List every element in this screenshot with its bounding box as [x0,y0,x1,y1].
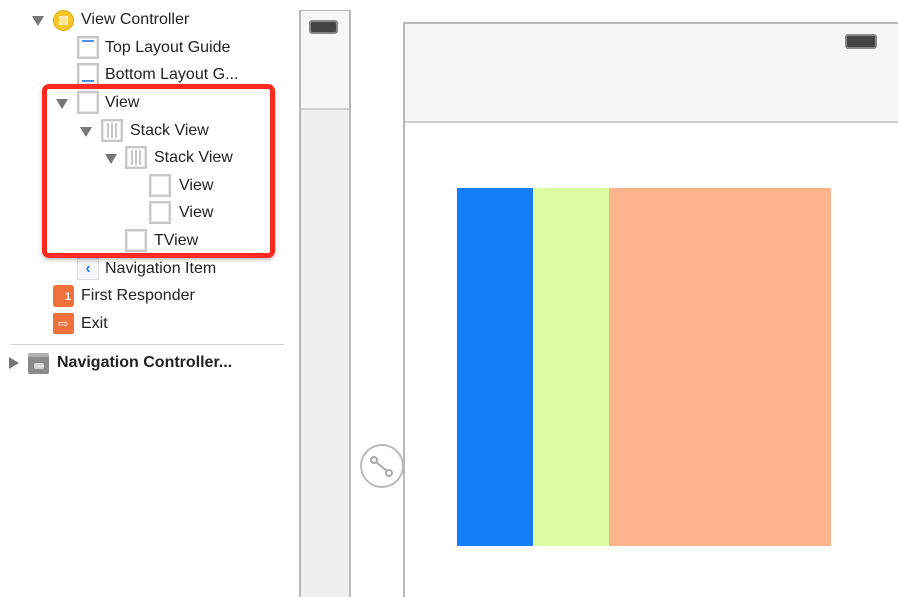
layout-guide-icon [77,36,99,59]
item-label: First Responder [81,287,195,304]
navigation-item-icon: ‹ [77,258,99,280]
tview[interactable] [609,188,831,546]
outline-item-exit[interactable]: Exit [81,312,108,336]
battery-icon [845,34,877,49]
item-label: View Controller [81,11,190,28]
outline-item-first-responder[interactable]: First Responder [81,284,195,308]
selection-highlight-box [42,84,275,258]
exit-icon: ⇨ [53,313,74,334]
navigation-controller-scene[interactable] [299,10,351,597]
item-label: Bottom Layout G... [105,66,239,83]
outline-item-view-controller[interactable]: View Controller [81,8,189,32]
document-outline: View Controller Top Layout Guide Bottom … [0,0,290,597]
divider [10,344,284,345]
layout-guide-icon [77,63,99,86]
first-responder-icon: 1 [53,285,74,307]
navigation-bar [405,24,898,123]
blue-view[interactable] [457,188,533,546]
outline-item-top-layout-guide[interactable]: Top Layout Guide [105,36,230,60]
segue-glyph [370,456,393,477]
outline-item-navigation-controller[interactable]: Navigation Controller... [57,351,232,375]
disclosure-triangle-collapsed[interactable] [9,357,19,369]
stack-view[interactable] [457,188,831,546]
segue-icon[interactable] [360,444,404,488]
item-label: Top Layout Guide [105,39,231,56]
green-view[interactable] [533,188,609,546]
storyboard-canvas[interactable] [290,0,898,597]
item-label: Navigation Controller... [57,354,233,371]
disclosure-triangle-expanded[interactable] [32,16,44,26]
battery-icon [309,20,338,34]
view-controller-icon [53,10,74,31]
item-label: Exit [81,315,108,332]
navigation-controller-icon [28,353,49,374]
item-label: Navigation Item [105,260,217,277]
view-controller-scene[interactable] [403,22,898,597]
outline-item-navigation-item[interactable]: Navigation Item [105,257,216,281]
